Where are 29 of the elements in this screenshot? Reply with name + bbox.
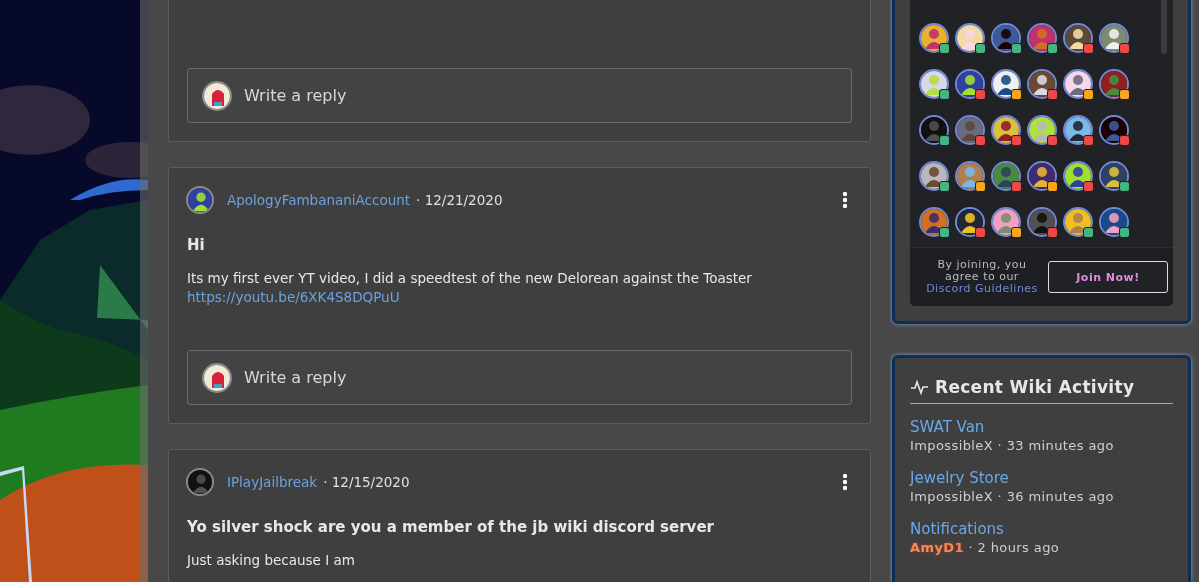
- comment-text: Its my first ever YT video, I did a speedtest of the new Delorean against the Toaster: [187, 269, 753, 288]
- edit-info: AmyD1 · 2 hours ago: [910, 539, 1061, 557]
- more-options-icon[interactable]: [842, 473, 848, 491]
- username-link[interactable]: IPlayJailbreak: [227, 474, 318, 490]
- avatar: [202, 362, 232, 393]
- page-link[interactable]: Notifications: [910, 520, 1173, 539]
- reply-field[interactable]: Write a reply: [187, 68, 852, 123]
- avatar: [202, 80, 232, 111]
- comment-title: Hi: [187, 235, 206, 255]
- page-link[interactable]: SWAT Van: [910, 418, 1173, 437]
- video-link[interactable]: https://youtu.be/6XK4S8DQPuU: [187, 288, 400, 307]
- comment-title: Yo silver shock are you a member of the jb wiki discord server: [187, 517, 715, 537]
- edit-info: ImpossibleX · 33 minutes ago: [910, 437, 1115, 455]
- comment-date: · 12/21/2020: [416, 192, 503, 208]
- username-link[interactable]: ApologyFambananiAccount: [227, 192, 411, 208]
- scrollbar[interactable]: [1161, 0, 1167, 54]
- comment-date: · 12/15/2020: [323, 474, 410, 490]
- avatar[interactable]: [186, 468, 214, 496]
- activity-icon: [910, 379, 929, 395]
- panel-heading: Recent Wiki Activity: [935, 377, 1135, 397]
- reply-field[interactable]: Write a reply: [187, 350, 852, 405]
- page-link[interactable]: Jewelry Store: [910, 469, 1173, 488]
- join-button[interactable]: Join Now!: [1048, 261, 1168, 293]
- edit-info: ImpossibleX · 36 minutes ago: [910, 488, 1115, 506]
- more-options-icon[interactable]: [842, 191, 848, 209]
- disclaimer-text: By joining, you agree to our: [937, 258, 1027, 283]
- guidelines-link[interactable]: Discord Guidelines: [926, 282, 1038, 295]
- comment-text: Just asking because I am: [187, 551, 356, 570]
- avatar[interactable]: [186, 186, 214, 214]
